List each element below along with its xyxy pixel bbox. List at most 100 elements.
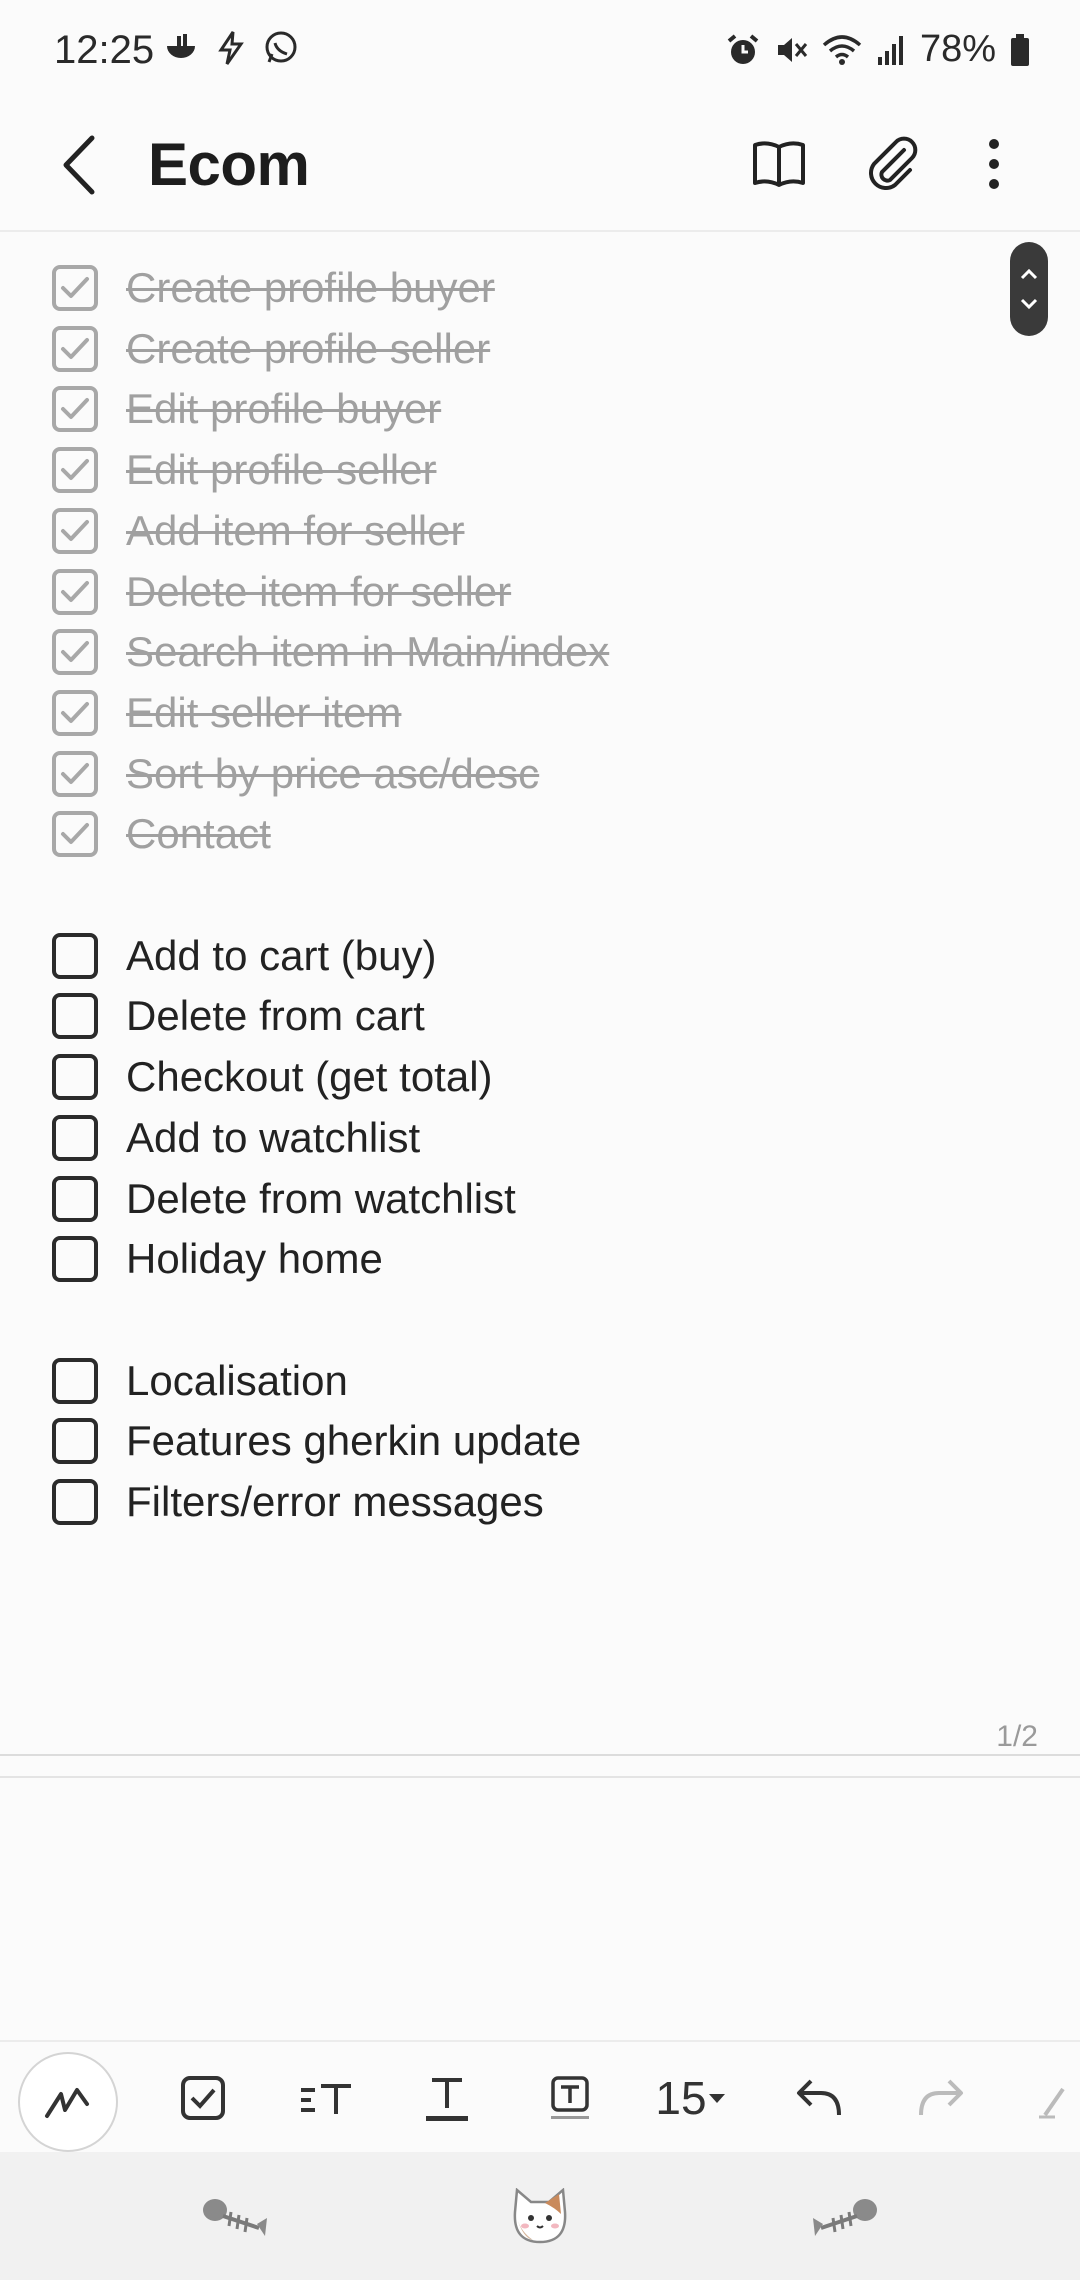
unchecked-checkbox[interactable] [52, 1357, 98, 1404]
checklist-item: Delete item for seller [52, 562, 511, 622]
status-time: 12:25 [54, 28, 155, 72]
checklist-item-label[interactable]: Delete from watchlist [126, 1175, 516, 1223]
undo-button[interactable] [785, 2056, 855, 2140]
checklist-item: Edit seller item [52, 683, 401, 743]
unchecked-checkbox[interactable] [52, 1054, 98, 1101]
text-box-button[interactable] [535, 2056, 605, 2140]
checklist-item: Features gherkin update [52, 1411, 581, 1471]
checked-checkbox[interactable] [52, 265, 98, 311]
handwriting-button[interactable] [18, 2052, 118, 2152]
checked-checkbox[interactable] [52, 689, 98, 736]
status-bar: 12:25 78% [0, 0, 1080, 100]
undo-icon [797, 2079, 841, 2116]
formatting-toolbar: 15 [0, 2040, 1080, 2152]
more-options-button[interactable] [958, 128, 1030, 200]
redo-icon [919, 2079, 963, 2116]
checked-checkbox[interactable] [52, 507, 98, 554]
checklist-item: Add to cart (buy) [52, 926, 436, 986]
unchecked-checkbox[interactable] [52, 1418, 98, 1465]
unchecked-checkbox[interactable] [52, 1114, 98, 1161]
checklist-item: Filters/error messages [52, 1472, 544, 1532]
scroll-arrows-icon [1020, 268, 1038, 310]
lightning-icon [218, 31, 244, 65]
app-header: Ecom [0, 100, 1080, 230]
font-size-selector[interactable]: 15 [648, 2056, 734, 2140]
unchecked-checkbox[interactable] [52, 993, 98, 1040]
book-icon [753, 141, 805, 187]
note-title[interactable]: Ecom [148, 130, 310, 199]
checklist-item-label[interactable]: Create profile buyer [126, 264, 495, 312]
checked-checkbox[interactable] [52, 325, 98, 372]
checklist-item-label[interactable]: Search item in Main/index [126, 628, 609, 676]
checkbox-icon [181, 2076, 225, 2120]
attach-button[interactable] [858, 128, 930, 200]
cat-sticker[interactable] [500, 2182, 580, 2252]
page-indicator: 1/2 [996, 1720, 1038, 1753]
checkmark-icon [61, 519, 89, 541]
checkbox-button[interactable] [168, 2056, 238, 2140]
checklist-item-label[interactable]: Add item for seller [126, 507, 464, 555]
checklist-item-label[interactable]: Features gherkin update [126, 1417, 581, 1465]
checklist-item: Contact [52, 804, 271, 864]
checklist-item-label[interactable]: Filters/error messages [126, 1478, 544, 1526]
text-box-icon [551, 2076, 589, 2119]
underline-text-button[interactable] [412, 2056, 482, 2140]
checked-checkbox[interactable] [52, 750, 98, 797]
unchecked-checkbox[interactable] [52, 1479, 98, 1525]
pen-icon [45, 2088, 89, 2118]
checkmark-icon [61, 337, 89, 359]
checklist-item: Checkout (get total) [52, 1047, 493, 1107]
checklist-item-label[interactable]: Delete item for seller [126, 568, 511, 616]
checklist-item: Delete from watchlist [52, 1169, 516, 1229]
text-style-button[interactable] [286, 2056, 366, 2140]
whatsapp-icon [265, 31, 297, 63]
checklist-item-label[interactable]: Add to cart (buy) [126, 932, 436, 980]
unchecked-checkbox[interactable] [52, 932, 98, 979]
checked-checkbox[interactable] [52, 386, 98, 433]
checklist-item-label[interactable]: Add to watchlist [126, 1114, 420, 1162]
sticker-bar [0, 2152, 1080, 2280]
underline-text-icon [426, 2078, 468, 2121]
checklist-item: Edit profile buyer [52, 379, 441, 439]
battery-percentage: 78% [919, 28, 996, 70]
checklist-item-label[interactable]: Localisation [126, 1357, 348, 1405]
alarm-icon [727, 33, 759, 64]
fishbone-sticker[interactable] [196, 2182, 276, 2252]
more-options-icon [989, 139, 999, 189]
checklist-item-label[interactable]: Edit profile seller [126, 446, 436, 494]
checklist-item-label[interactable]: Contact [126, 810, 271, 858]
checked-checkbox[interactable] [52, 811, 98, 858]
checklist-item: Create profile buyer [52, 258, 495, 318]
checked-checkbox[interactable] [52, 568, 98, 615]
checklist-item-label[interactable]: Delete from cart [126, 992, 425, 1040]
eraser-button[interactable] [1030, 2056, 1080, 2140]
checklist-item-label[interactable]: Holiday home [126, 1235, 383, 1283]
fishbone-icon [813, 2199, 877, 2236]
back-button[interactable] [52, 130, 112, 200]
font-size-value: 15 [655, 2072, 707, 2124]
reading-mode-button[interactable] [743, 128, 815, 200]
food-icon [167, 34, 195, 58]
checkmark-icon [61, 580, 89, 602]
checklist-item: Search item in Main/index [52, 622, 609, 682]
checklist-item: Edit profile seller [52, 440, 436, 500]
checklist-item-label[interactable]: Create profile seller [126, 325, 490, 373]
checked-checkbox[interactable] [52, 629, 98, 676]
fishbone-sticker[interactable] [804, 2182, 884, 2252]
status-notification-icons [163, 30, 299, 66]
checklist-item-label[interactable]: Edit seller item [126, 689, 401, 737]
checkmark-icon [61, 823, 89, 845]
wifi-icon [822, 34, 862, 65]
signal-icon [877, 35, 903, 65]
checked-checkbox[interactable] [52, 447, 98, 494]
checklist-item-label[interactable]: Checkout (get total) [126, 1053, 493, 1101]
redo-button[interactable] [905, 2056, 975, 2140]
fast-scroll-handle[interactable] [1010, 242, 1048, 336]
checklist-item: Holiday home [52, 1229, 383, 1289]
unchecked-checkbox[interactable] [52, 1236, 98, 1283]
checkmark-icon [61, 641, 89, 663]
page-divider [0, 1776, 1080, 1778]
checklist-item-label[interactable]: Edit profile buyer [126, 385, 441, 433]
checklist-item-label[interactable]: Sort by price asc/desc [126, 750, 539, 798]
unchecked-checkbox[interactable] [52, 1175, 98, 1222]
